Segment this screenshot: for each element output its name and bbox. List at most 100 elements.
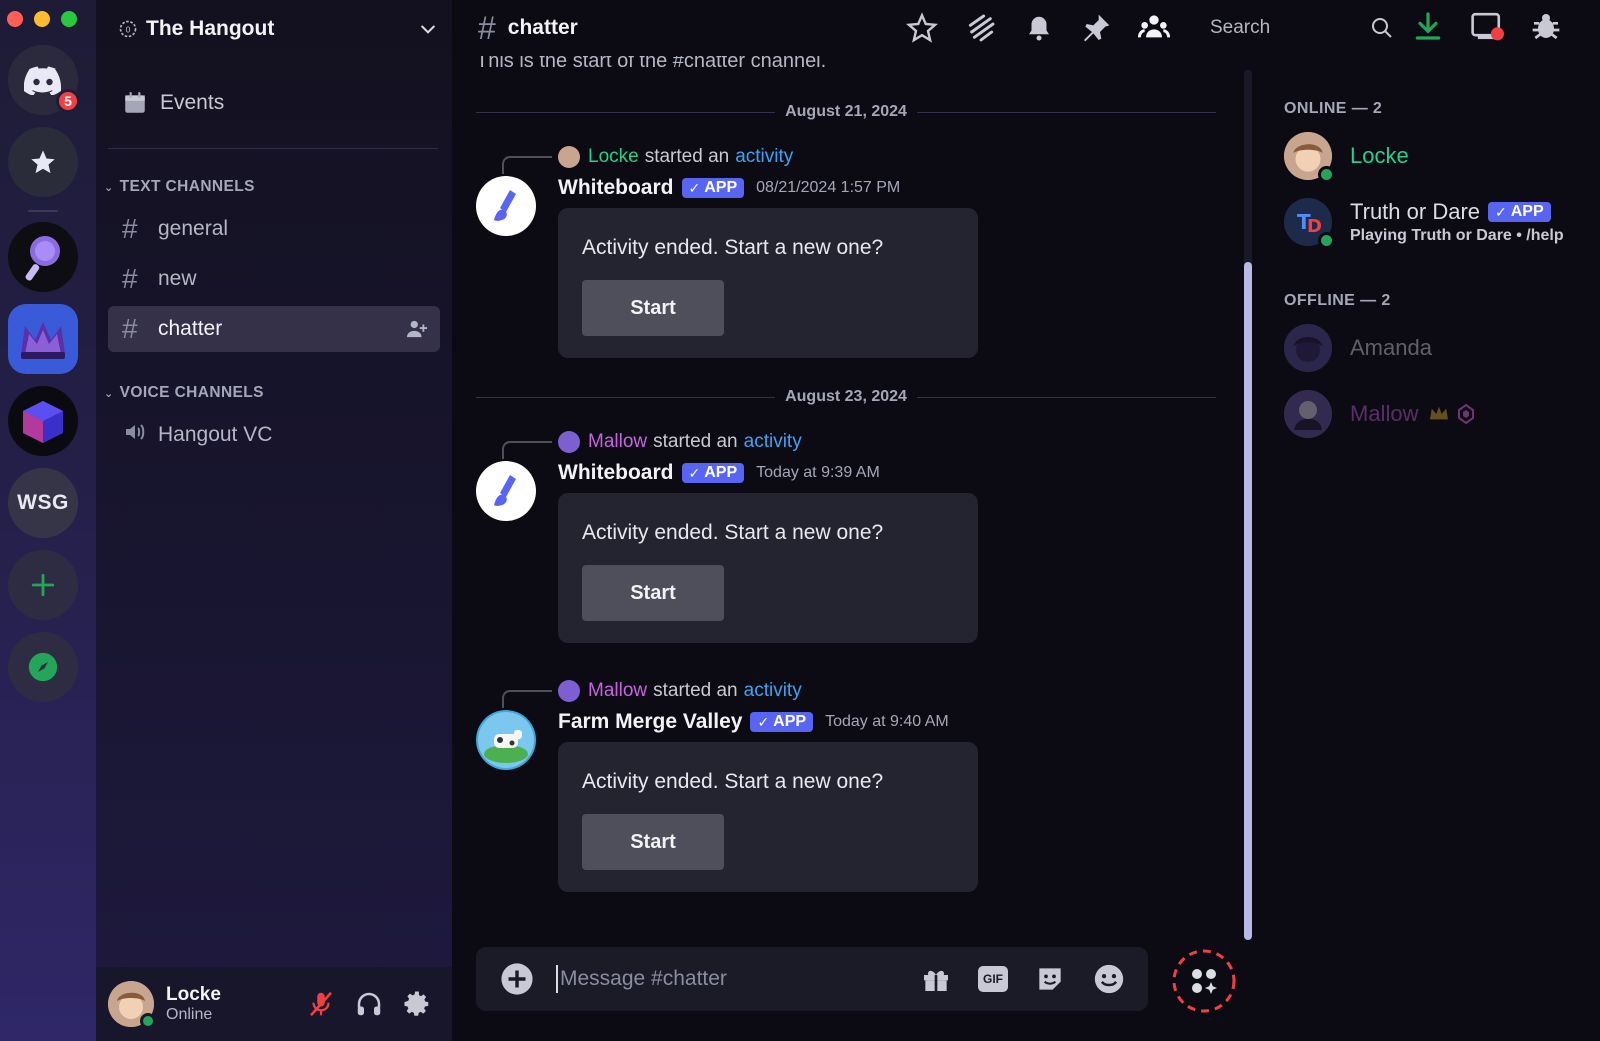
start-activity-button[interactable]: Start — [582, 280, 724, 336]
nitro-boost-icon — [1458, 404, 1475, 424]
category-voice-channels[interactable]: ⌄ VOICE CHANNELS — [104, 384, 264, 402]
server-icon-wsg[interactable]: WSG — [8, 468, 78, 538]
window-zoom-button[interactable] — [61, 11, 77, 27]
pin-icon[interactable] — [1080, 12, 1112, 44]
bug-report-icon[interactable] — [1530, 10, 1562, 42]
online-status-dot — [1318, 232, 1335, 249]
started-text: started an — [644, 146, 730, 167]
svg-text:0: 0 — [125, 24, 130, 34]
message-header: Whiteboard ✓ APP 08/21/2024 1:57 PM — [558, 176, 900, 200]
author-name[interactable]: Whiteboard — [558, 176, 674, 200]
search-input[interactable]: Search — [1210, 10, 1394, 46]
server-header[interactable]: 0 The Hangout — [118, 10, 438, 48]
events-label: Events — [160, 91, 225, 114]
server-wsg-label: WSG — [17, 491, 69, 514]
channel-label: general — [158, 217, 229, 240]
activity-link[interactable]: activity — [744, 680, 802, 702]
notification-badge: 5 — [56, 89, 80, 113]
author-name[interactable]: Farm Merge Valley — [558, 710, 742, 734]
channel-hangout-vc[interactable]: Hangout VC — [108, 412, 440, 458]
gift-icon[interactable] — [920, 963, 952, 995]
author-name[interactable]: Whiteboard — [558, 461, 674, 485]
server-icon-magnifier[interactable] — [8, 222, 78, 292]
threads-icon[interactable] — [964, 12, 998, 44]
nitro-favorites-button[interactable] — [8, 127, 78, 197]
sidebar-divider — [108, 148, 438, 149]
upload-plus-icon[interactable] — [500, 962, 534, 996]
checkmark-icon: ✓ — [1495, 203, 1507, 220]
message-header: Farm Merge Valley ✓ APP Today at 9:40 AM — [558, 710, 949, 734]
mini-avatar[interactable] — [558, 146, 580, 168]
mini-avatar[interactable] — [558, 680, 580, 702]
reply-connector — [502, 441, 552, 459]
gif-button[interactable]: GIF — [978, 966, 1008, 992]
member-item-truth-or-dare[interactable]: TD Truth or Dare ✓ APP Playing Truth or D… — [1284, 198, 1564, 249]
server-title: The Hangout — [146, 17, 275, 40]
plus-icon — [31, 573, 55, 597]
checkmark-icon: ✓ — [688, 179, 701, 196]
search-icon — [1372, 18, 1392, 38]
current-user-name: Locke — [166, 984, 221, 1005]
channel-new[interactable]: # new — [108, 256, 440, 302]
avatar — [1284, 390, 1332, 438]
chevron-down-icon: ⌄ — [104, 181, 114, 194]
channel-title: chatter — [507, 16, 578, 39]
events-item[interactable]: Events — [122, 90, 224, 116]
channel-general[interactable]: # general — [108, 206, 440, 252]
reply-connector — [502, 690, 552, 708]
channel-chatter[interactable]: # chatter — [108, 306, 440, 352]
app-avatar[interactable] — [476, 461, 536, 521]
message-composer: Message #chatter GIF — [476, 947, 1148, 1011]
avatar — [1284, 132, 1335, 183]
sticker-icon[interactable] — [1034, 963, 1066, 995]
date-label: August 23, 2024 — [785, 388, 907, 405]
whiteboard-app-icon — [494, 475, 516, 506]
chat-scrollbar-thumb[interactable] — [1244, 262, 1252, 940]
activity-link[interactable]: activity — [735, 146, 793, 168]
headphones-icon[interactable] — [354, 989, 384, 1019]
date-separator: August 23, 2024 — [476, 387, 1217, 407]
app-avatar[interactable] — [476, 710, 536, 770]
mini-avatar[interactable] — [558, 431, 580, 453]
member-item-locke[interactable]: Locke — [1284, 132, 1409, 183]
timestamp: Today at 9:40 AM — [825, 713, 949, 730]
avatar[interactable] — [108, 981, 156, 1029]
app-launcher-icon[interactable] — [1170, 947, 1238, 1015]
member-list-icon[interactable] — [1138, 12, 1170, 44]
window-controls — [7, 11, 77, 27]
start-activity-button[interactable]: Start — [582, 565, 724, 621]
server-icon-crown[interactable] — [8, 304, 78, 374]
inbox-icon[interactable] — [1470, 10, 1504, 42]
window-close-button[interactable] — [7, 11, 23, 27]
message-input[interactable]: Message #chatter — [556, 965, 920, 993]
download-icon[interactable] — [1412, 10, 1444, 42]
notification-bell-icon[interactable] — [1024, 12, 1054, 44]
emoji-icon[interactable] — [1092, 962, 1126, 996]
activity-card-text: Activity ended. Start a new one? — [582, 236, 884, 259]
category-text-channels[interactable]: ⌄ TEXT CHANNELS — [104, 178, 255, 196]
started-text: started an — [653, 431, 738, 452]
add-member-icon[interactable] — [406, 319, 428, 339]
app-avatar[interactable] — [476, 176, 536, 236]
activity-link[interactable]: activity — [744, 431, 802, 453]
member-item-amanda[interactable]: Amanda — [1284, 324, 1432, 372]
channel-label: new — [158, 267, 197, 290]
favorite-star-icon[interactable] — [906, 12, 938, 44]
direct-messages-button[interactable]: 5 — [8, 45, 80, 115]
starter-name[interactable]: Mallow — [588, 431, 647, 453]
crown-icon — [1430, 406, 1449, 420]
member-item-mallow[interactable]: Mallow — [1284, 390, 1475, 438]
settings-gear-icon[interactable] — [402, 989, 432, 1019]
activity-system-message: Mallow started an activity — [502, 674, 802, 708]
online-status-dot — [1318, 166, 1335, 183]
starter-name[interactable]: Locke — [588, 146, 639, 168]
activity-card: Activity ended. Start a new one? Start — [558, 208, 978, 358]
start-activity-button[interactable]: Start — [582, 814, 724, 870]
starter-name[interactable]: Mallow — [588, 680, 647, 702]
discover-button[interactable] — [8, 632, 78, 702]
microphone-muted-icon[interactable] — [306, 989, 336, 1019]
server-icon-cube[interactable] — [8, 386, 78, 456]
add-server-button[interactable] — [8, 550, 78, 620]
window-minimize-button[interactable] — [34, 11, 50, 27]
farm-merge-valley-icon — [478, 712, 534, 768]
